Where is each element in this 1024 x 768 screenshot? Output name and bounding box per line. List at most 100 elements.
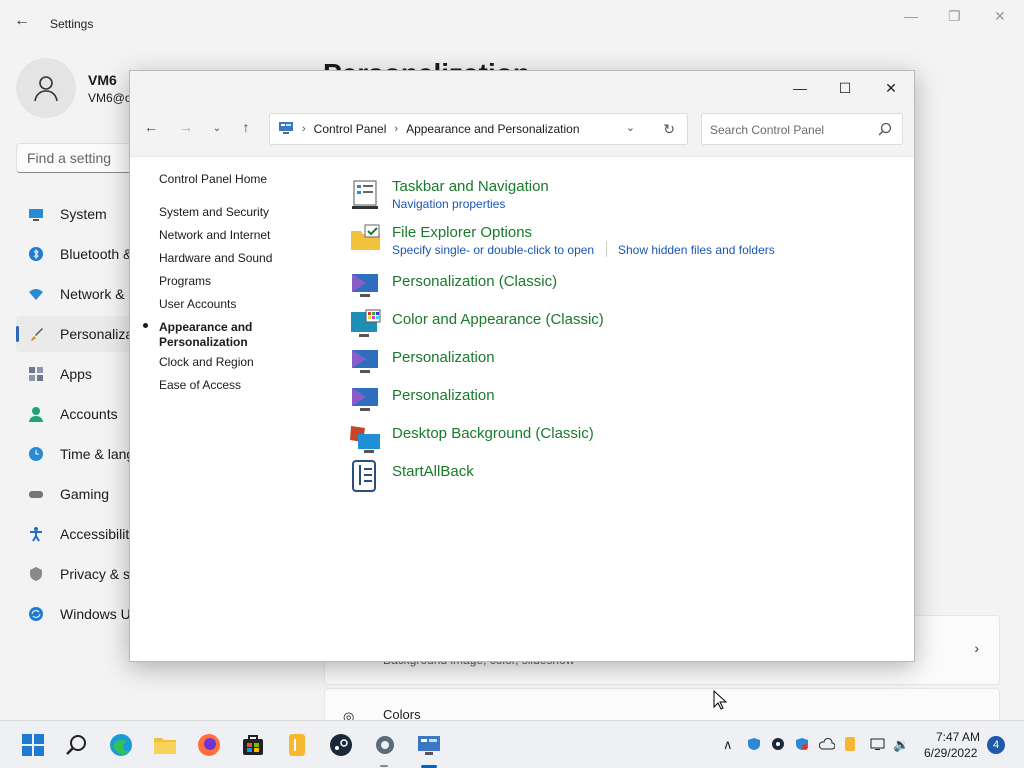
- recent-locations-button[interactable]: ⌄: [205, 123, 229, 134]
- nav-label: Personaliza: [60, 326, 134, 342]
- clock-date[interactable]: 6/29/2022: [924, 746, 977, 760]
- nav-label: Privacy & se: [60, 566, 138, 582]
- nav-appearance-line1: Appearance and: [159, 320, 253, 334]
- wifi-icon: [28, 286, 44, 302]
- color-appearance-icon: [350, 308, 382, 340]
- nav-control-panel-home[interactable]: Control Panel Home: [159, 172, 267, 186]
- item-personalization-1[interactable]: Personalization: [392, 349, 495, 366]
- breadcrumb-control-panel[interactable]: Control Panel: [314, 122, 387, 136]
- chevron-right-icon: ›: [974, 640, 979, 656]
- startallback-icon: [350, 460, 382, 492]
- search-control-panel-input[interactable]: Search Control Panel: [701, 113, 903, 145]
- forward-button[interactable]: →: [174, 119, 198, 135]
- steam-icon[interactable]: [329, 733, 353, 757]
- tray-security-icon[interactable]: [795, 737, 809, 754]
- nav-label: Time & lang: [60, 446, 135, 462]
- maximize-icon[interactable]: ☐: [822, 75, 868, 101]
- nav-ease-of-access[interactable]: Ease of Access: [159, 378, 241, 392]
- brush-icon: [28, 326, 44, 342]
- shield-icon: [28, 566, 44, 582]
- network-icon[interactable]: [870, 737, 886, 754]
- nav-programs[interactable]: Programs: [159, 274, 211, 288]
- item-desktop-background-classic[interactable]: Desktop Background (Classic): [392, 425, 594, 442]
- mouse-cursor-icon: [713, 689, 728, 715]
- chevron-up-icon[interactable]: ∧: [723, 737, 733, 753]
- personalization-icon: [350, 384, 382, 416]
- apps-icon: [28, 366, 44, 382]
- breadcrumb-separator: ›: [302, 123, 306, 135]
- search-icon[interactable]: [878, 122, 892, 139]
- nav-label: System: [60, 206, 107, 222]
- nav-user-accounts[interactable]: User Accounts: [159, 297, 236, 311]
- nav-appearance-line2: Personalization: [159, 335, 248, 349]
- control-panel-toolbar: — ☐ ✕ ← → ⌄ ↑ › Control Panel › Appearan…: [130, 71, 914, 157]
- close-icon[interactable]: ✕: [868, 75, 914, 101]
- user-email: VM6@c: [88, 91, 131, 105]
- tray-shield-icon[interactable]: [747, 737, 761, 754]
- notification-badge[interactable]: 4: [987, 736, 1005, 754]
- close-icon[interactable]: ✕: [994, 8, 1006, 25]
- item-personalization-2[interactable]: Personalization: [392, 387, 495, 404]
- nav-network-internet[interactable]: Network and Internet: [159, 228, 270, 242]
- restore-icon[interactable]: ❐: [948, 8, 961, 25]
- tray-notes-icon[interactable]: [843, 737, 857, 754]
- user-name: VM6: [88, 72, 117, 88]
- personalization-icon: [350, 270, 382, 302]
- nav-label: Apps: [60, 366, 92, 382]
- cloud-icon[interactable]: [818, 737, 836, 754]
- nav-clock-region[interactable]: Clock and Region: [159, 355, 254, 369]
- item-taskbar-navigation[interactable]: Taskbar and Navigation: [392, 178, 549, 195]
- minimize-icon[interactable]: —: [777, 75, 823, 101]
- accessibility-icon: [28, 526, 44, 542]
- back-arrow-icon[interactable]: ←: [14, 12, 30, 30]
- taskbar-icon: [350, 179, 382, 211]
- user-icon: [34, 76, 58, 102]
- store-icon[interactable]: [241, 733, 265, 757]
- folder-options-icon: [350, 223, 382, 255]
- address-bar[interactable]: › Control Panel › Appearance and Persona…: [269, 113, 688, 145]
- clock-time[interactable]: 7:47 AM: [936, 730, 980, 744]
- nav-hardware-sound[interactable]: Hardware and Sound: [159, 251, 272, 265]
- tray-app-icon[interactable]: [771, 737, 785, 754]
- gamepad-icon: [28, 486, 44, 502]
- start-icon[interactable]: [21, 733, 45, 757]
- search-icon[interactable]: [65, 733, 89, 757]
- bluetooth-icon: [28, 246, 44, 262]
- up-button[interactable]: ↑: [234, 119, 258, 135]
- breadcrumb-appearance[interactable]: Appearance and Personalization: [406, 122, 579, 136]
- refresh-icon[interactable]: ↻: [663, 121, 675, 138]
- control-panel-icon: [278, 121, 294, 138]
- firefox-icon[interactable]: [197, 733, 221, 757]
- nav-label: Gaming: [60, 486, 110, 502]
- link-divider: [606, 241, 607, 257]
- address-dropdown-icon[interactable]: ⌄: [626, 121, 635, 134]
- link-show-hidden-files[interactable]: Show hidden files and folders: [618, 243, 775, 257]
- avatar[interactable]: [16, 58, 76, 118]
- personalization-icon: [350, 346, 382, 378]
- back-button[interactable]: ←: [139, 119, 163, 135]
- settings-gear-icon[interactable]: [373, 733, 397, 757]
- link-single-double-click[interactable]: Specify single- or double-click to open: [392, 243, 594, 257]
- minimize-icon[interactable]: —: [904, 8, 918, 24]
- nav-label: Accessibilit: [60, 526, 130, 542]
- volume-icon[interactable]: 🔉: [893, 737, 909, 753]
- selection-indicator: [16, 326, 19, 342]
- item-personalization-classic[interactable]: Personalization (Classic): [392, 273, 557, 290]
- item-color-appearance-classic[interactable]: Color and Appearance (Classic): [392, 311, 604, 328]
- control-panel-taskbar-icon[interactable]: [417, 733, 441, 757]
- notes-app-icon[interactable]: [285, 733, 309, 757]
- edge-icon[interactable]: [109, 733, 133, 757]
- file-explorer-icon[interactable]: [153, 733, 177, 757]
- item-file-explorer-options[interactable]: File Explorer Options: [392, 224, 532, 241]
- search-placeholder: Search Control Panel: [710, 123, 825, 137]
- nav-label: Network &: [60, 286, 125, 302]
- settings-title: Settings: [50, 17, 94, 31]
- control-panel-window: — ☐ ✕ ← → ⌄ ↑ › Control Panel › Appearan…: [129, 70, 915, 662]
- nav-system-security[interactable]: System and Security: [159, 205, 269, 219]
- person-icon: [28, 406, 44, 422]
- item-startallback[interactable]: StartAllBack: [392, 463, 474, 480]
- nav-label: Windows U: [60, 606, 131, 622]
- desktop-background-icon: [350, 422, 382, 454]
- link-navigation-properties[interactable]: Navigation properties: [392, 197, 505, 211]
- breadcrumb-separator: ›: [394, 123, 399, 135]
